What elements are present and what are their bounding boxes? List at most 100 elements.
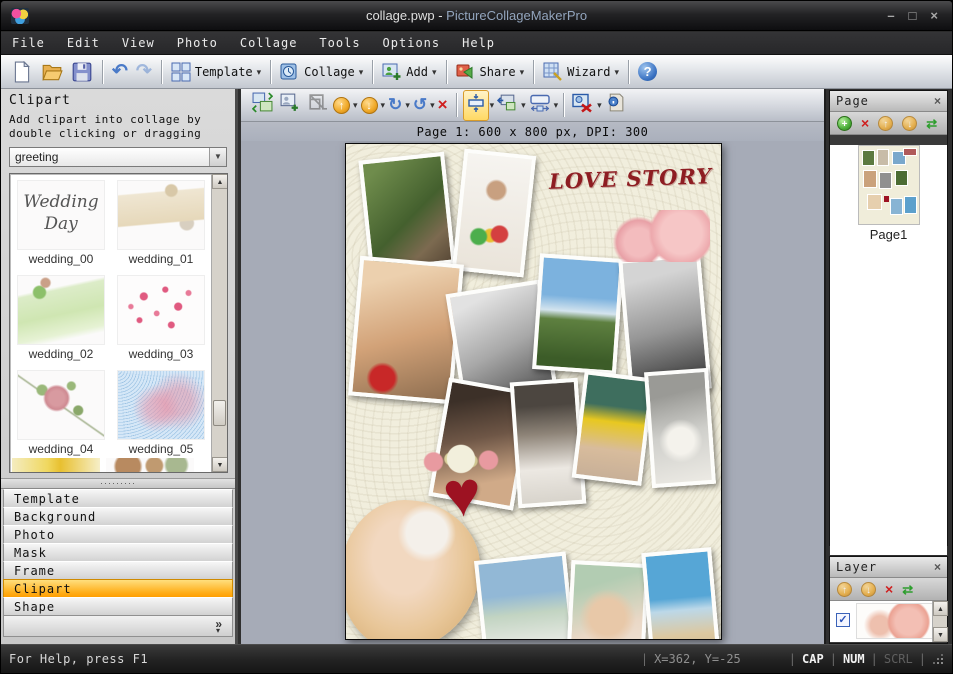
clipart-item[interactable]: wedding_03 — [112, 271, 210, 364]
clipart-scrollbar[interactable]: ▲ ▼ — [211, 174, 227, 472]
menu-help[interactable]: Help — [451, 33, 506, 53]
layer-scroll-up-icon[interactable]: ▲ — [933, 601, 948, 616]
collage-photo-couple-sky[interactable] — [532, 253, 624, 375]
close-button[interactable]: × — [930, 8, 938, 24]
collage-photo-blonde-bride[interactable] — [345, 500, 480, 640]
menu-edit[interactable]: Edit — [56, 33, 111, 53]
bring-forward-button[interactable]: ↑ — [331, 95, 352, 116]
clipart-thumb-wedding-05[interactable] — [117, 370, 205, 440]
delete-button[interactable]: × — [436, 94, 450, 116]
menu-collage[interactable]: Collage — [229, 33, 309, 53]
rotate-ccw-button[interactable]: ↺ — [411, 94, 429, 116]
canvas-viewport[interactable]: ♥ LOVE STORY — [241, 141, 824, 644]
rose-clipart[interactable] — [608, 210, 710, 262]
clipart-item[interactable]: wedding_01 — [112, 176, 210, 269]
page-up-button[interactable]: ↑ — [878, 116, 893, 131]
clipart-thumb-wedding-02[interactable] — [17, 275, 105, 345]
arrange-button[interactable] — [495, 90, 520, 120]
layer-visibility-checkbox[interactable]: ✓ — [836, 613, 850, 627]
maximize-button[interactable]: □ — [909, 8, 917, 24]
accordion-template[interactable]: Template — [3, 489, 233, 508]
preview-dropdown-icon[interactable]: ▾ — [597, 100, 602, 110]
add-page-button[interactable]: + — [837, 116, 852, 131]
clipart-thumb-partial[interactable] — [106, 458, 194, 472]
collage-photo-beach-walk[interactable] — [641, 547, 720, 640]
accordion-clipart[interactable]: Clipart — [3, 579, 233, 598]
clipart-item[interactable]: WeddingDay wedding_00 — [12, 176, 110, 269]
new-button[interactable] — [7, 58, 37, 86]
accordion-photo[interactable]: Photo — [3, 525, 233, 544]
collage-photo-smiling-bride[interactable] — [565, 560, 650, 640]
forward-dropdown-icon[interactable]: ▾ — [353, 100, 358, 110]
menu-tools[interactable]: Tools — [308, 33, 371, 53]
template-button[interactable]: Template ▾ — [167, 59, 265, 85]
delete-layer-button[interactable]: × — [885, 582, 893, 597]
collage-title-text[interactable]: LOVE STORY — [549, 163, 715, 194]
page-down-button[interactable]: ↓ — [902, 116, 917, 131]
collage-photo-kissing-couple[interactable] — [358, 152, 455, 272]
add-button[interactable]: Add ▾ — [378, 59, 440, 85]
clipart-item[interactable]: wedding_04 — [12, 366, 110, 459]
page1-label[interactable]: Page1 — [830, 227, 947, 242]
combo-dropdown-icon[interactable]: ▼ — [209, 148, 226, 166]
resize-button[interactable] — [527, 90, 553, 120]
clipart-category-select[interactable]: greeting ▼ — [9, 147, 227, 167]
save-button[interactable] — [67, 58, 97, 86]
swap-photo-button[interactable] — [250, 90, 275, 120]
layer-scrollbar[interactable]: ▲ ▼ — [932, 601, 947, 642]
menu-view[interactable]: View — [111, 33, 166, 53]
accordion-mask[interactable]: Mask — [3, 543, 233, 562]
collage-photo-couple-rose[interactable] — [348, 256, 464, 405]
open-button[interactable] — [37, 58, 67, 86]
resize-grip[interactable] — [932, 653, 944, 665]
clipart-item[interactable]: wedding_02 — [12, 271, 110, 364]
delete-page-button[interactable]: × — [861, 116, 869, 131]
clipart-thumb-wedding-04[interactable] — [17, 370, 105, 440]
collage-page[interactable]: ♥ LOVE STORY — [345, 143, 722, 640]
redo-button[interactable]: ↷ — [132, 57, 156, 86]
backward-dropdown-icon[interactable]: ▾ — [381, 100, 386, 110]
clipart-thumb-wedding-00[interactable]: WeddingDay — [17, 180, 105, 250]
menu-options[interactable]: Options — [372, 33, 452, 53]
refresh-layers-button[interactable]: ⇄ — [902, 582, 913, 597]
scrollbar-thumb[interactable] — [213, 400, 226, 426]
panel-splitter[interactable]: ········· — [1, 478, 235, 489]
page1-thumbnail[interactable] — [858, 145, 920, 225]
rotate-ccw-dropdown-icon[interactable]: ▾ — [430, 100, 435, 110]
scroll-up-icon[interactable]: ▲ — [212, 174, 228, 189]
refresh-pages-button[interactable]: ⇄ — [926, 116, 937, 131]
collage-photo-bride-bouquet[interactable] — [644, 368, 716, 488]
menu-file[interactable]: File — [1, 33, 56, 53]
layer-item[interactable]: ✓ — [834, 603, 929, 639]
minimize-button[interactable]: – — [887, 8, 894, 24]
page-panel-close-icon[interactable]: × — [934, 94, 947, 108]
align-dropdown-icon[interactable]: ▾ — [490, 100, 495, 110]
resize-dropdown-icon[interactable]: ▾ — [554, 100, 559, 110]
layer-up-button[interactable]: ↑ — [837, 582, 852, 597]
accordion-frame[interactable]: Frame — [3, 561, 233, 580]
help-button[interactable]: ? — [634, 59, 661, 84]
layer-thumbnail[interactable] — [856, 603, 934, 639]
accordion-background[interactable]: Background — [3, 507, 233, 526]
rotate-cw-dropdown-icon[interactable]: ▾ — [405, 100, 410, 110]
accordion-more-button[interactable]: » ▾ — [3, 615, 233, 637]
share-button[interactable]: Share ▾ — [452, 59, 529, 85]
rotate-cw-button[interactable]: ↻ — [386, 94, 404, 116]
collage-photo-beach-kiss[interactable] — [474, 552, 578, 640]
scroll-down-icon[interactable]: ▼ — [212, 457, 228, 472]
collage-button[interactable]: Collage ▾ — [276, 59, 367, 85]
wizard-button[interactable]: Wizard ▾ — [539, 59, 623, 85]
undo-button[interactable]: ↶ — [108, 57, 132, 86]
collage-photo-shopping-couple[interactable] — [452, 149, 536, 278]
align-button[interactable] — [463, 90, 489, 121]
add-photo-button[interactable] — [277, 90, 302, 120]
clipart-item selected[interactable]: wedding_05 — [112, 366, 210, 459]
crop-button[interactable] — [304, 90, 329, 120]
arrange-dropdown-icon[interactable]: ▾ — [521, 100, 526, 110]
preview-remove-button[interactable] — [570, 90, 596, 120]
clipart-thumb-wedding-01[interactable] — [117, 180, 205, 250]
clipart-thumb-partial[interactable] — [12, 458, 100, 472]
properties-button[interactable] — [603, 90, 628, 120]
layer-scroll-down-icon[interactable]: ▼ — [933, 627, 948, 642]
accordion-shape[interactable]: Shape — [3, 597, 233, 616]
